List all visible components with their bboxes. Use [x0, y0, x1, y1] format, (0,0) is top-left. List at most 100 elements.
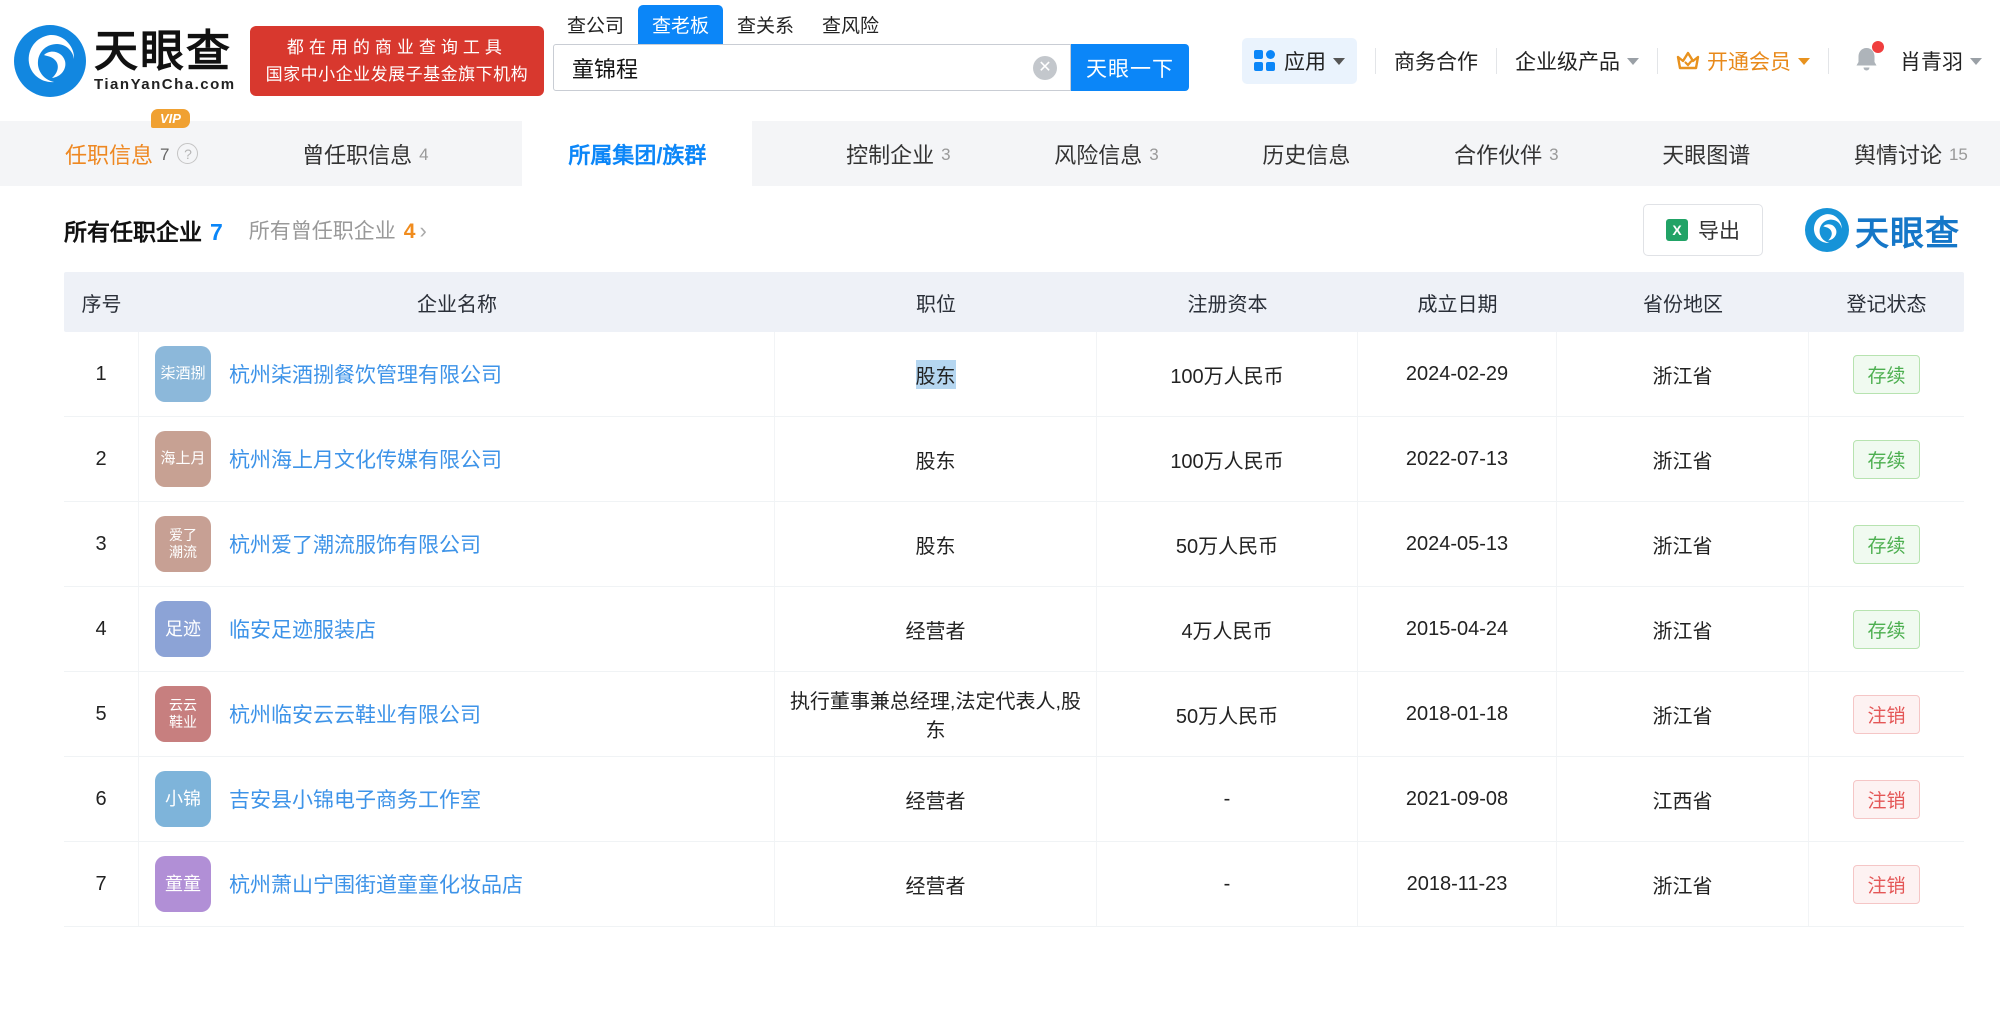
open-vip-button[interactable]: 开通会员 [1676, 46, 1810, 76]
tab-9[interactable]: 舆情讨论 15 [1844, 121, 1978, 186]
tab-2[interactable]: 曾任职信息 4 [292, 121, 438, 186]
chevron-right-icon: › [419, 218, 427, 243]
company-avatar[interactable]: 童童 [155, 856, 211, 912]
column-header-7: 登记状态 [1846, 293, 1927, 316]
apps-menu[interactable]: 应用 [1242, 38, 1357, 84]
search-button[interactable]: 天眼一下 [1071, 44, 1189, 91]
logo-en-text: TianYanCha.com [94, 76, 236, 93]
table-row: 6 小锦 吉安县小锦电子商务工作室 经营者 -2021-09-08 江西省 注销 [64, 757, 1964, 842]
tab-6[interactable]: 历史信息 [1252, 121, 1360, 186]
watermark-text: 天眼查 [1855, 214, 1960, 253]
avatar-line: 海上月 [160, 449, 206, 467]
banner-line1: 都在用的商业查询工具 [286, 37, 507, 57]
tab-8[interactable]: 天眼图谱 [1652, 121, 1760, 186]
table-row: 1 柒酒捌 杭州柒酒捌餐饮管理有限公司 股东 100万人民币 2024-02-29 浙江省 存… [64, 332, 1964, 417]
search-tab-2[interactable]: 查老板 [638, 5, 724, 44]
tianyancha-swirl-icon [14, 24, 86, 97]
cell-date: 2024-05-13 [1358, 502, 1557, 586]
positions-table: 序号 企业名称 职位 注册资本 成立日期 省份地区 登记状态 1 柒酒捌 杭州柒酒捌餐饮管理有限… [64, 272, 1964, 927]
cell-position: 股东 [775, 417, 1097, 501]
company-link[interactable]: 杭州爱了潮流服饰有限公司 [229, 529, 481, 559]
tab-7[interactable]: 合作伙伴 3 [1444, 121, 1568, 186]
cell-position: 股东 [775, 502, 1097, 586]
cell-status: 存续 [1809, 587, 1964, 671]
cell-seq: 3 [64, 502, 139, 586]
cell-company: 小锦 吉安县小锦电子商务工作室 [139, 757, 775, 841]
help-icon[interactable]: ? [177, 143, 199, 164]
search-block: 查公司查老板查关系查风险 ✕ 天眼一下 [553, 5, 1189, 91]
cell-status: 存续 [1809, 417, 1964, 501]
tab-1[interactable]: VIP 任职信息 7? [55, 109, 208, 186]
search-tab-3[interactable]: 查关系 [723, 5, 808, 44]
tianyancha-logo[interactable]: 天眼查 TianYanCha.com [14, 24, 236, 97]
company-avatar[interactable]: 小锦 [155, 771, 211, 827]
company-link[interactable]: 杭州临安云云鞋业有限公司 [229, 699, 481, 729]
cell-province: 浙江省 [1557, 842, 1809, 926]
company-link[interactable]: 杭州海上月文化传媒有限公司 [229, 444, 502, 474]
company-link[interactable]: 杭州萧山宁围街道童童化妆品店 [229, 869, 523, 899]
divider [1828, 48, 1829, 74]
cell-company: 童童 杭州萧山宁围街道童童化妆品店 [139, 842, 775, 926]
clear-search-icon[interactable]: ✕ [1033, 56, 1057, 80]
company-avatar[interactable]: 海上月 [155, 431, 211, 487]
chevron-down-icon [1798, 57, 1810, 65]
nav-business-cooperation[interactable]: 商务合作 [1394, 46, 1478, 76]
cell-company: 云云 鞋业 杭州临安云云鞋业有限公司 [139, 672, 775, 756]
company-link[interactable]: 吉安县小锦电子商务工作室 [229, 784, 481, 814]
search-tab-1[interactable]: 查公司 [553, 5, 638, 44]
tab-count: 4 [419, 145, 429, 164]
cell-date: 2015-04-24 [1358, 587, 1557, 671]
apps-grid-icon [1254, 50, 1275, 71]
cell-province: 浙江省 [1557, 502, 1809, 586]
past-positions-link[interactable]: 所有曾任职企业 4 › [249, 215, 427, 245]
column-header-6: 省份地区 [1643, 293, 1723, 316]
tab-label: 历史信息 [1262, 142, 1351, 168]
cell-company: 足迹 临安足迹服装店 [139, 587, 775, 671]
cell-seq: 4 [64, 587, 139, 671]
cell-province: 浙江省 [1557, 587, 1809, 671]
cell-capital: - [1097, 757, 1358, 841]
export-button[interactable]: X 导出 [1643, 204, 1763, 256]
tab-count: 15 [1948, 145, 1968, 164]
company-avatar[interactable]: 云云 鞋业 [155, 686, 211, 742]
cell-province: 江西省 [1557, 757, 1809, 841]
company-link[interactable]: 临安足迹服装店 [229, 614, 376, 644]
top-header: 天眼查 TianYanCha.com 都在用的商业查询工具 国家中小企业发展子基… [0, 0, 2000, 121]
tab-label: 天眼图谱 [1662, 142, 1751, 168]
tab-5[interactable]: 风险信息 3 [1044, 121, 1168, 186]
company-avatar[interactable]: 柒酒捌 [155, 346, 211, 402]
cell-position: 执行董事兼总经理,法定代表人,股东 [775, 672, 1097, 756]
cell-seq: 6 [64, 757, 139, 841]
cell-status: 注销 [1809, 672, 1964, 756]
tianyancha-swirl-icon [1805, 208, 1849, 252]
table-row: 2 海上月 杭州海上月文化传媒有限公司 股东 100万人民币 2022-07-13 浙江省 存… [64, 417, 1964, 502]
column-header-5: 成立日期 [1417, 293, 1498, 316]
position-text: 股东 [915, 450, 956, 473]
status-badge: 存续 [1853, 439, 1920, 479]
cell-capital: - [1097, 842, 1358, 926]
column-header-1: 序号 [81, 293, 122, 316]
divider [1496, 48, 1497, 74]
tab-3[interactable]: 所属集团/族群 [522, 121, 753, 186]
company-link[interactable]: 杭州柒酒捌餐饮管理有限公司 [229, 359, 502, 389]
cell-capital: 100万人民币 [1097, 332, 1358, 416]
search-input[interactable] [553, 44, 1071, 91]
cell-seq: 1 [64, 332, 139, 416]
nav-enterprise-products[interactable]: 企业级产品 [1515, 46, 1639, 76]
watermark-logo: 天眼查 [1805, 206, 1960, 255]
cell-province: 浙江省 [1557, 417, 1809, 501]
cell-position: 经营者 [775, 757, 1097, 841]
search-tab-4[interactable]: 查风险 [808, 5, 893, 44]
position-text: 经营者 [905, 620, 966, 643]
vip-label: 开通会员 [1707, 51, 1791, 74]
company-avatar[interactable]: 爱了 潮流 [155, 516, 211, 572]
user-menu[interactable]: 肖青羽 [1900, 46, 1982, 76]
tab-label: 风险信息 [1054, 142, 1143, 168]
notifications-bell[interactable] [1853, 40, 1884, 78]
tab-4[interactable]: 控制企业 3 [836, 121, 960, 186]
position-text: 股东 [915, 535, 956, 558]
logo-cn-text: 天眼查 [94, 27, 232, 76]
company-avatar[interactable]: 足迹 [155, 601, 211, 657]
crown-icon [1676, 51, 1700, 70]
avatar-line: 潮流 [169, 544, 197, 560]
